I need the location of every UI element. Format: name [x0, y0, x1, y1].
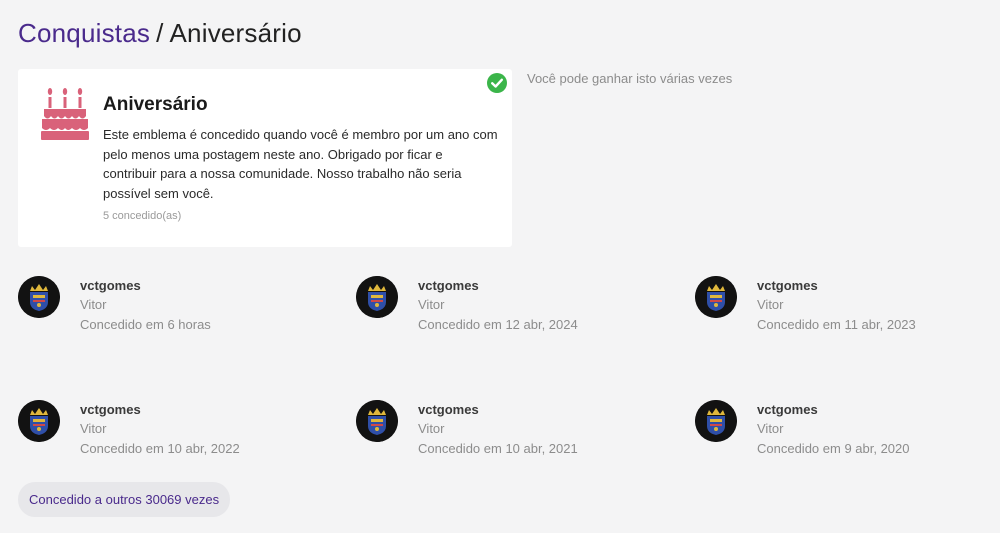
grant-username[interactable]: vctgomes — [418, 402, 479, 417]
grant-username[interactable]: vctgomes — [757, 402, 818, 417]
grant-display-name: Vitor — [80, 297, 107, 312]
grant-display-name: Vitor — [418, 421, 445, 436]
check-circle-icon — [487, 73, 507, 93]
grant-item: vctgomes Vitor Concedido em 10 abr, 2021 — [356, 400, 676, 470]
granted-to-others-button[interactable]: Concedido a outros 30069 vezes — [18, 482, 231, 517]
grant-username[interactable]: vctgomes — [80, 402, 141, 417]
breadcrumb-separator: / — [156, 18, 164, 48]
grant-date: Concedido em 10 abr, 2021 — [418, 441, 578, 456]
grant-username[interactable]: vctgomes — [418, 278, 479, 293]
grant-item: vctgomes Vitor Concedido em 9 abr, 2020 — [695, 400, 1000, 470]
badge-title: Aniversário — [103, 94, 208, 115]
page-title: Conquistas / Aniversário — [18, 18, 302, 49]
avatar[interactable] — [695, 400, 737, 442]
grant-item: vctgomes Vitor Concedido em 12 abr, 2024 — [356, 276, 676, 346]
grant-item: vctgomes Vitor Concedido em 11 abr, 2023 — [695, 276, 1000, 346]
avatar[interactable] — [695, 276, 737, 318]
avatar[interactable] — [356, 276, 398, 318]
grant-display-name: Vitor — [418, 297, 445, 312]
grant-item: vctgomes Vitor Concedido em 10 abr, 2022 — [18, 400, 338, 470]
avatar[interactable] — [18, 400, 60, 442]
grant-username[interactable]: vctgomes — [80, 278, 141, 293]
breadcrumb-current: Aniversário — [169, 18, 302, 48]
grant-display-name: Vitor — [757, 297, 784, 312]
grant-date: Concedido em 9 abr, 2020 — [757, 441, 910, 456]
grant-date: Concedido em 10 abr, 2022 — [80, 441, 240, 456]
grant-item: vctgomes Vitor Concedido em 6 horas — [18, 276, 338, 346]
avatar[interactable] — [356, 400, 398, 442]
birthday-cake-icon — [41, 88, 89, 140]
grant-date: Concedido em 11 abr, 2023 — [757, 317, 916, 332]
grant-date: Concedido em 12 abr, 2024 — [418, 317, 578, 332]
grant-display-name: Vitor — [757, 421, 784, 436]
badge-card: Aniversário Este emblema é concedido qua… — [18, 69, 512, 247]
badge-description: Este emblema é concedido quando você é m… — [103, 127, 498, 201]
multiple-grant-note: Você pode ganhar isto várias vezes — [527, 71, 733, 86]
badge-granted-count: 5 concedido(as) — [103, 210, 182, 222]
breadcrumb-link-conquistas[interactable]: Conquistas — [18, 18, 150, 48]
grant-username[interactable]: vctgomes — [757, 278, 818, 293]
avatar[interactable] — [18, 276, 60, 318]
grant-display-name: Vitor — [80, 421, 107, 436]
grant-date: Concedido em 6 horas — [80, 317, 211, 332]
